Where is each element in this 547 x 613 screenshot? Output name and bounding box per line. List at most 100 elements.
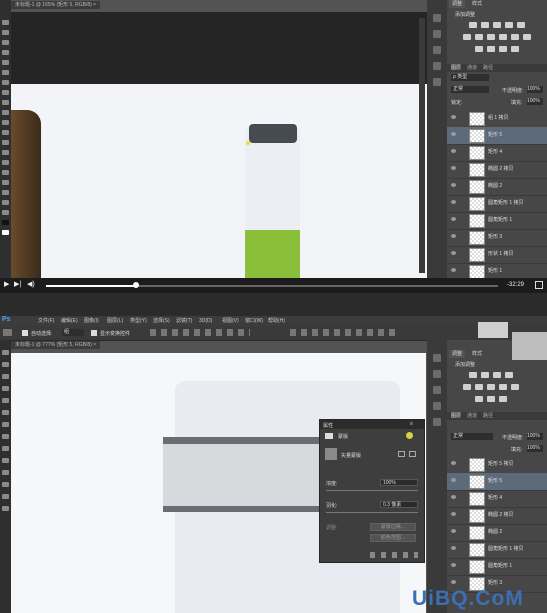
move-tool-icon[interactable] [2, 20, 9, 25]
eraser-tool-icon-2[interactable] [2, 434, 9, 439]
brightness-icon[interactable] [469, 22, 477, 28]
visibility-eye-icon[interactable] [451, 132, 456, 136]
hue-icon[interactable] [463, 34, 471, 40]
layer-row[interactable]: 组 1 拷贝 [447, 110, 547, 128]
brush-tool-icon-2[interactable] [2, 410, 9, 415]
density-slider[interactable] [326, 490, 418, 491]
menu-item[interactable]: 类型(Y) [130, 317, 147, 325]
visibility-eye-icon[interactable] [451, 563, 456, 567]
next-icon[interactable]: ▶| [14, 281, 21, 289]
visibility-eye-icon[interactable] [451, 166, 456, 170]
tab-adjustments[interactable]: 调整 [449, 0, 466, 8]
layer-row[interactable]: 矩形 5 [447, 127, 547, 145]
threshold-icon-2[interactable] [499, 396, 507, 402]
background-color-swatch[interactable] [2, 230, 9, 235]
feather-input[interactable]: 0.3 像素 [380, 501, 418, 508]
healing-tool-icon[interactable] [2, 80, 9, 85]
layer-row[interactable]: 矩形 5 拷贝 [447, 456, 547, 474]
layer-row[interactable]: 圆角矩形 1 [447, 558, 547, 576]
hand-tool-icon[interactable] [2, 200, 9, 205]
visibility-eye-icon[interactable] [451, 200, 456, 204]
brightness-icon-2[interactable] [469, 372, 477, 378]
canvas[interactable] [11, 84, 427, 278]
add-pixel-mask-icon[interactable] [398, 451, 405, 457]
tab-paths[interactable]: 路径 [483, 64, 493, 72]
shape-tool-icon[interactable] [2, 190, 9, 195]
layer-row[interactable]: 形状 1 拷贝 [447, 246, 547, 264]
marquee-tool-icon-2[interactable] [2, 362, 9, 367]
photo-filter-icon-2[interactable] [499, 384, 507, 390]
menu-item[interactable]: 滤镜(T) [176, 317, 192, 325]
visibility-eye-icon[interactable] [451, 546, 456, 550]
tab-channels[interactable]: 通道 [467, 64, 477, 72]
opacity-input[interactable]: 100% [527, 86, 543, 93]
pen-tool-icon-2[interactable] [2, 458, 9, 463]
visibility-eye-icon[interactable] [451, 580, 456, 584]
crop-tool-icon[interactable] [2, 60, 9, 65]
blend-mode-select[interactable]: 正常 [451, 86, 489, 93]
history-panel-icon-2[interactable] [433, 354, 441, 362]
photo-filter-icon[interactable] [499, 34, 507, 40]
visibility-eye-icon[interactable] [451, 268, 456, 272]
info-panel-icon[interactable] [433, 46, 441, 54]
vertical-scrollbar[interactable] [419, 18, 425, 273]
move-tool-icon-2[interactable] [2, 350, 9, 355]
hue-icon-2[interactable] [463, 384, 471, 390]
quick-select-tool-icon[interactable] [2, 50, 9, 55]
tab-layers-2[interactable]: 图层 [451, 412, 461, 420]
layer-row[interactable]: 椭圆 2 拷贝 [447, 161, 547, 179]
tab-styles[interactable]: 样式 [469, 0, 486, 8]
posterize-icon-2[interactable] [487, 396, 495, 402]
menu-item[interactable]: 窗口(W) [245, 317, 263, 325]
add-vector-mask-icon[interactable] [409, 451, 416, 457]
paragraph-panel-icon-2[interactable] [433, 418, 441, 426]
visibility-eye-icon[interactable] [451, 478, 456, 482]
visibility-eye-icon[interactable] [451, 183, 456, 187]
fill-input[interactable]: 100% [527, 98, 543, 105]
fullscreen-icon[interactable] [535, 281, 543, 289]
visibility-eye-icon[interactable] [451, 251, 456, 255]
exposure-icon[interactable] [505, 22, 513, 28]
bw-icon-2[interactable] [487, 384, 495, 390]
info-panel-icon-2[interactable] [433, 386, 441, 394]
tab-adjustments-2[interactable]: 调整 [449, 350, 466, 358]
history-brush-icon[interactable] [2, 110, 9, 115]
eraser-tool-icon[interactable] [2, 120, 9, 125]
levels-icon[interactable] [481, 22, 489, 28]
opacity-input-2[interactable]: 100% [527, 433, 543, 440]
visibility-eye-icon[interactable] [451, 495, 456, 499]
visibility-eye-icon[interactable] [451, 512, 456, 516]
character-panel-icon-2[interactable] [433, 402, 441, 410]
stamp-tool-icon[interactable] [2, 100, 9, 105]
blur-tool-icon[interactable] [2, 140, 9, 145]
tab-layers[interactable]: 图层 [451, 64, 461, 72]
curves-icon-2[interactable] [493, 372, 501, 378]
volume-icon[interactable]: ◀) [27, 281, 35, 289]
color-range-button[interactable]: 颜色范围... [370, 534, 416, 542]
posterize-icon[interactable] [487, 46, 495, 52]
document-tab-2[interactable]: 未标题-1 @ 777% (矩形 5, RGB/8) × [11, 341, 101, 349]
gradient-tool-icon[interactable] [2, 130, 9, 135]
zoom-tool-icon[interactable] [2, 210, 9, 215]
layer-row[interactable]: 矩形 3 [447, 229, 547, 247]
eyedropper-tool-icon[interactable] [2, 70, 9, 75]
properties-footer-icons[interactable] [370, 552, 418, 558]
paragraph-panel-icon[interactable] [433, 78, 441, 86]
menu-item[interactable]: 帮助(H) [268, 317, 285, 325]
density-input[interactable]: 100% [380, 479, 418, 486]
zoom-tool-icon-2[interactable] [2, 506, 9, 511]
show-transform-checkbox[interactable] [91, 330, 97, 336]
shape-tool-icon-2[interactable] [2, 482, 9, 487]
layer-row[interactable]: 椭圆 2 [447, 524, 547, 542]
visibility-eye-icon[interactable] [451, 217, 456, 221]
character-panel-icon[interactable] [433, 62, 441, 70]
document-tab[interactable]: 未标题-1 @ 165% (矩形 5, RGB/8) × [11, 1, 101, 9]
play-icon[interactable]: ▶ [4, 281, 11, 289]
fill-input-2[interactable]: 100% [527, 445, 543, 452]
lasso-tool-icon[interactable] [2, 40, 9, 45]
channel-mixer-icon-2[interactable] [511, 384, 519, 390]
lasso-tool-icon-2[interactable] [2, 374, 9, 379]
color-balance-icon[interactable] [475, 34, 483, 40]
curves-icon[interactable] [493, 22, 501, 28]
foreground-color-swatch[interactable] [2, 220, 9, 225]
